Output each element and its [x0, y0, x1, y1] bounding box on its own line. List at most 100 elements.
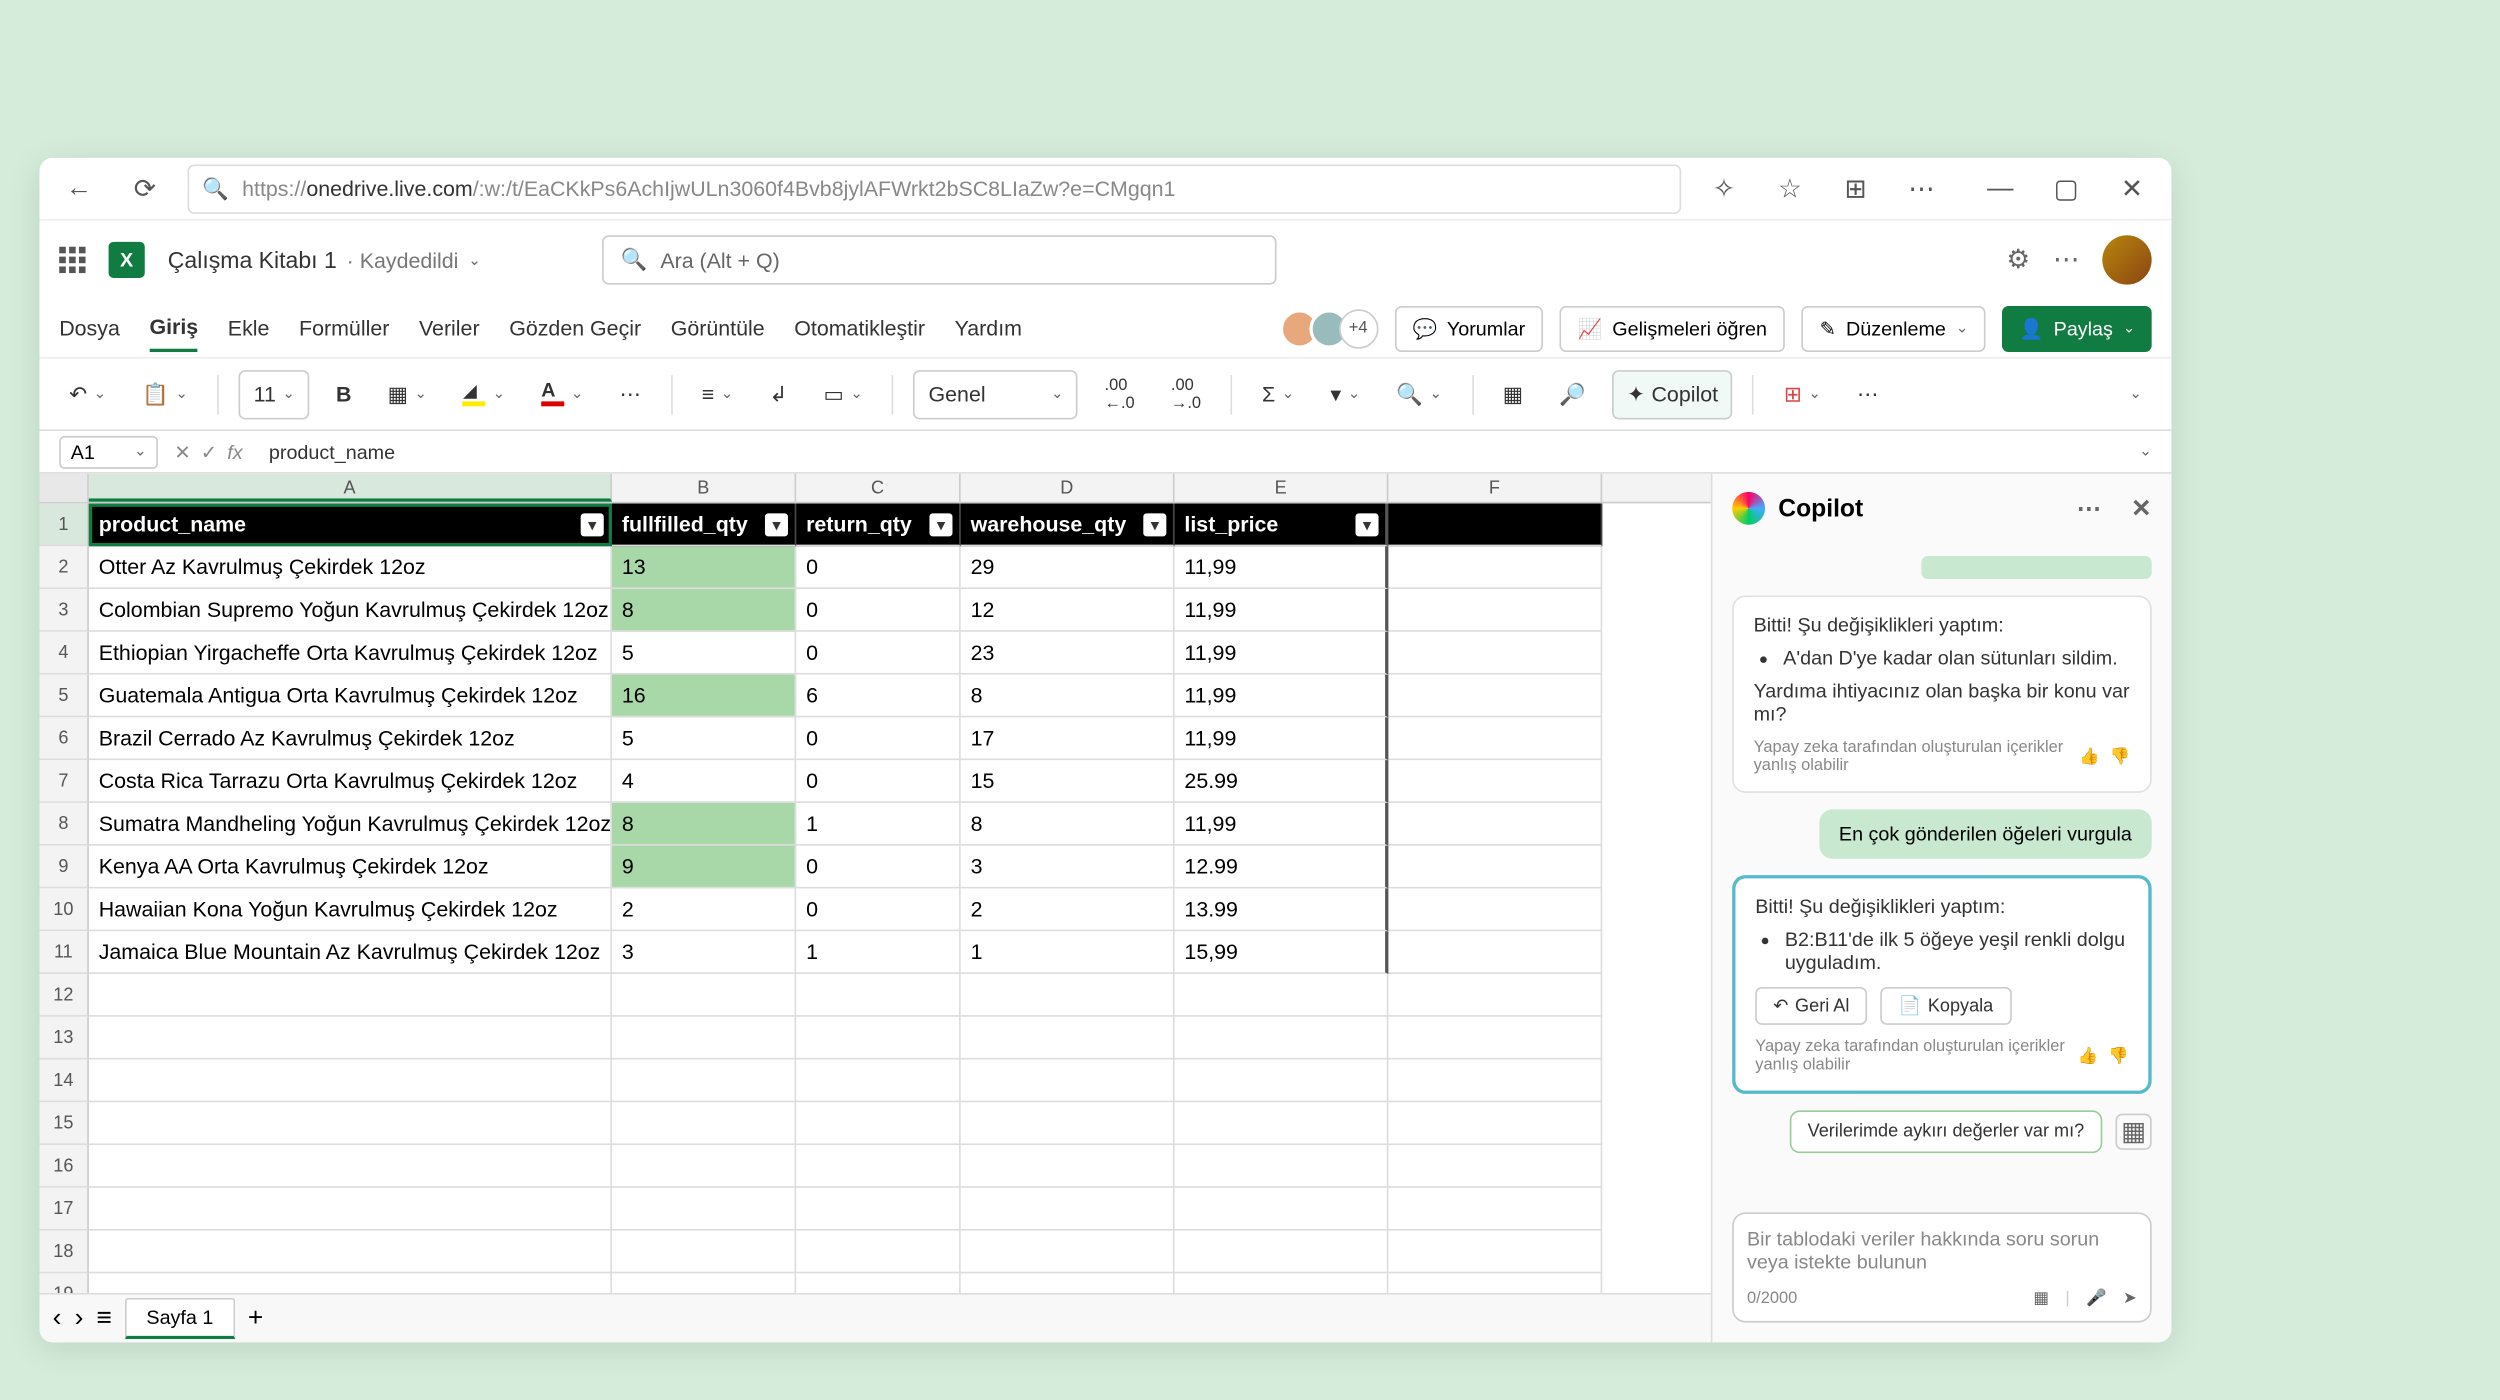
cell[interactable]	[1388, 888, 1602, 931]
cell[interactable]	[1388, 760, 1602, 803]
table-header-cell[interactable]: return_qty▾	[796, 503, 961, 546]
cell[interactable]: 0	[796, 760, 961, 803]
cell[interactable]: 17	[961, 717, 1175, 760]
cell[interactable]	[1388, 803, 1602, 846]
font-color-button[interactable]: ⌄	[531, 369, 593, 418]
cell[interactable]: Ethiopian Yirgacheffe Orta Kavrulmuş Çek…	[89, 632, 612, 675]
cell[interactable]: Costa Rica Tarrazu Orta Kavrulmuş Çekird…	[89, 760, 612, 803]
cell[interactable]	[1388, 1102, 1602, 1145]
formula-input[interactable]: product_name	[259, 437, 2123, 467]
cell[interactable]	[1388, 846, 1602, 889]
cell[interactable]	[1175, 1145, 1389, 1188]
addins-button[interactable]: ⊞ ⌄	[1774, 369, 1831, 418]
align-button[interactable]: ≡ ⌄	[692, 369, 743, 418]
cell[interactable]	[961, 1017, 1175, 1060]
col-header-a[interactable]: A	[89, 474, 612, 502]
cell[interactable]	[1388, 717, 1602, 760]
cell[interactable]	[89, 1145, 612, 1188]
cell[interactable]	[796, 1017, 961, 1060]
cell[interactable]	[961, 1273, 1175, 1293]
next-sheet-button[interactable]: ›	[75, 1304, 84, 1334]
cell[interactable]	[796, 1230, 961, 1273]
tab-view[interactable]: Görüntüle	[671, 306, 765, 350]
tab-data[interactable]: Veriler	[419, 306, 480, 350]
filter-icon[interactable]: ▾	[929, 513, 952, 536]
document-title[interactable]: Çalışma Kitabı 1 · Kaydedildi ⌄	[168, 247, 481, 273]
more-icon[interactable]: ⋯	[2053, 243, 2079, 276]
cell[interactable]	[796, 1102, 961, 1145]
cell[interactable]	[1388, 632, 1602, 675]
cell[interactable]	[1388, 974, 1602, 1017]
cell[interactable]: 11,99	[1175, 589, 1389, 632]
cell[interactable]: 25.99	[1175, 760, 1389, 803]
cell[interactable]: 11,99	[1175, 674, 1389, 717]
cell[interactable]: 0	[796, 589, 961, 632]
row-header[interactable]: 7	[39, 760, 88, 803]
mic-icon[interactable]: 🎤	[2086, 1290, 2106, 1308]
cell[interactable]: 29	[961, 546, 1175, 589]
cell[interactable]	[612, 1059, 796, 1102]
cell[interactable]: 11,99	[1175, 803, 1389, 846]
row-header[interactable]: 10	[39, 888, 88, 931]
col-header-b[interactable]: B	[612, 474, 796, 502]
filter-icon[interactable]: ▾	[581, 513, 604, 536]
cell[interactable]	[612, 974, 796, 1017]
more-font-button[interactable]: ⋯	[610, 369, 651, 418]
row-header[interactable]: 6	[39, 717, 88, 760]
cell[interactable]	[1388, 1059, 1602, 1102]
fill-color-button[interactable]: ⌄	[453, 369, 515, 418]
analyze-data-button[interactable]: 🔎	[1549, 369, 1595, 418]
row-header[interactable]: 13	[39, 1017, 88, 1060]
cell[interactable]	[89, 1273, 612, 1293]
cell[interactable]	[89, 1188, 612, 1231]
filter-icon[interactable]: ▾	[1143, 513, 1166, 536]
cell[interactable]: 9	[612, 846, 796, 889]
cell[interactable]: 12	[961, 589, 1175, 632]
cell[interactable]	[1388, 1273, 1602, 1293]
cell[interactable]	[1175, 1102, 1389, 1145]
select-all-corner[interactable]	[39, 474, 88, 502]
cell[interactable]	[1175, 1188, 1389, 1231]
cell[interactable]: 4	[612, 760, 796, 803]
sheet-tab-active[interactable]: Sayfa 1	[125, 1298, 235, 1339]
table-header-cell[interactable]: warehouse_qty▾	[961, 503, 1175, 546]
sort-filter-button[interactable]: ▾ ⌄	[1320, 369, 1369, 418]
cell[interactable]	[961, 1102, 1175, 1145]
row-header[interactable]: 15	[39, 1102, 88, 1145]
row-header[interactable]: 1	[39, 503, 88, 546]
row-header[interactable]: 8	[39, 803, 88, 846]
cell[interactable]: 0	[796, 846, 961, 889]
spreadsheet-grid[interactable]: 1product_name▾fullfilled_qty▾return_qty▾…	[39, 503, 1710, 1293]
tab-review[interactable]: Gözden Geçir	[509, 306, 641, 350]
tab-file[interactable]: Dosya	[59, 306, 120, 350]
cell[interactable]: 1	[796, 803, 961, 846]
cell[interactable]: 3	[612, 931, 796, 974]
cell[interactable]	[89, 1017, 612, 1060]
cell[interactable]	[1175, 1059, 1389, 1102]
cell[interactable]: 3	[961, 846, 1175, 889]
pivot-button[interactable]: ▦	[1493, 369, 1533, 418]
bold-button[interactable]: B	[326, 369, 361, 418]
cell[interactable]: Brazil Cerrado Az Kavrulmuş Çekirdek 12o…	[89, 717, 612, 760]
cell[interactable]: 0	[796, 888, 961, 931]
name-box[interactable]: A1⌄	[59, 435, 158, 468]
cell[interactable]	[1388, 1230, 1602, 1273]
cell[interactable]	[1388, 674, 1602, 717]
cell[interactable]	[1388, 503, 1602, 546]
cell[interactable]: Guatemala Antigua Orta Kavrulmuş Çekirde…	[89, 674, 612, 717]
cancel-icon[interactable]: ✕	[174, 440, 191, 463]
number-format-select[interactable]: Genel⌄	[914, 369, 1078, 418]
cell[interactable]: 12.99	[1175, 846, 1389, 889]
row-header[interactable]: 19	[39, 1273, 88, 1293]
cell[interactable]	[612, 1273, 796, 1293]
user-avatar[interactable]	[2102, 235, 2151, 284]
row-header[interactable]: 5	[39, 674, 88, 717]
refresh-button[interactable]: ⟳	[122, 165, 168, 211]
cell[interactable]	[612, 1145, 796, 1188]
thumbs-up-icon[interactable]: 👍	[2079, 748, 2099, 766]
table-header-cell[interactable]: product_name▾	[89, 503, 612, 546]
cell[interactable]	[89, 974, 612, 1017]
find-button[interactable]: 🔍 ⌄	[1386, 369, 1451, 418]
undo-button[interactable]: ↶ ⌄	[59, 369, 116, 418]
cell[interactable]	[612, 1017, 796, 1060]
